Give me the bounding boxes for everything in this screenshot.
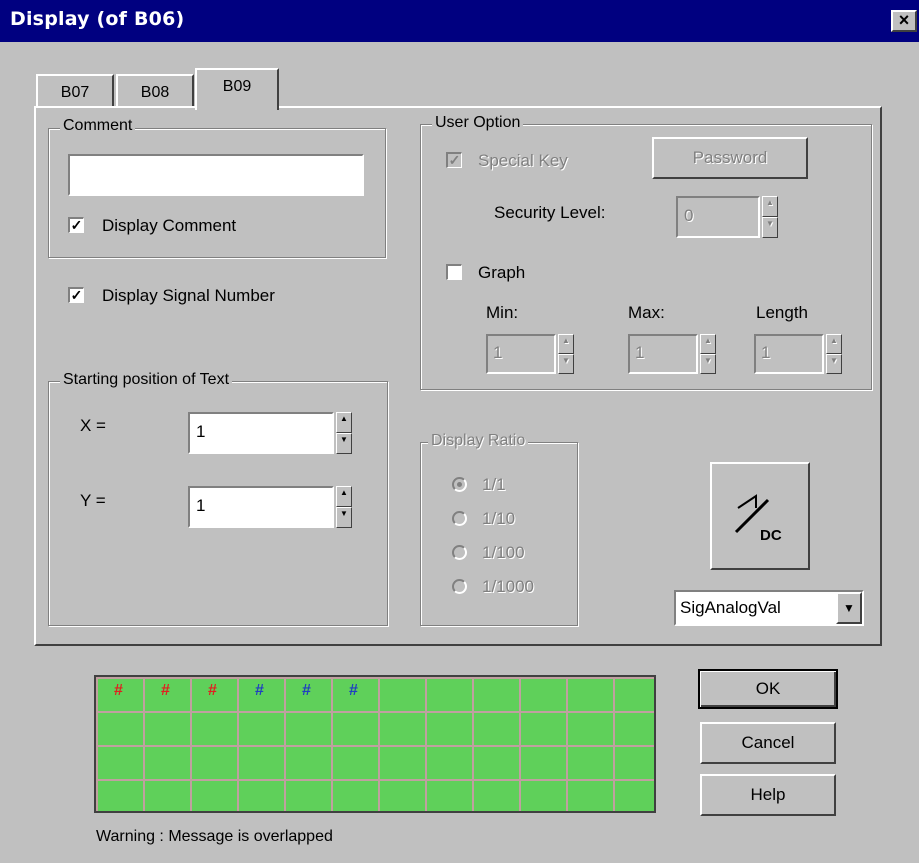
ratio-1-1000-radio[interactable] [452,579,467,594]
title-bar: Display (of B06) × [0,0,919,42]
graph-label: Graph [478,263,526,282]
max-label: Max: [628,303,665,322]
starting-position-legend: Starting position of Text [60,371,233,389]
length-spinner[interactable]: ▲ ▼ [826,334,842,374]
user-option-legend: User Option [432,114,524,132]
spin-up-icon[interactable]: ▲ [336,486,352,507]
tab-b08[interactable]: B08 [116,74,194,108]
tab-label: B07 [60,84,90,101]
x-input[interactable]: 1 [188,412,334,454]
spin-up-icon[interactable]: ▲ [826,334,842,354]
close-icon: × [898,10,910,30]
security-level-spinner[interactable]: ▲ ▼ [762,196,778,238]
analog-dc-icon: DC [734,494,782,544]
ratio-1-1-radio[interactable] [452,477,467,492]
preview-marker: # [208,682,217,699]
spin-down-icon[interactable]: ▼ [762,217,778,238]
ratio-1-100-radio[interactable] [452,545,467,560]
max-input[interactable]: 1 [628,334,698,374]
x-label: X = [80,416,106,435]
ratio-option-label: 1/10 [482,509,516,528]
password-button[interactable]: Password [652,137,808,179]
min-spinner[interactable]: ▲ ▼ [558,334,574,374]
preview-marker: # [161,682,170,699]
y-input[interactable]: 1 [188,486,334,528]
warning-message: Warning : Message is overlapped [96,828,333,845]
display-signal-number-checkbox[interactable]: ✓ [68,287,84,303]
preview-marker: # [255,682,264,699]
spin-up-icon[interactable]: ▲ [558,334,574,354]
x-spinner[interactable]: ▲ ▼ [336,412,352,454]
spin-down-icon[interactable]: ▼ [826,354,842,374]
preview-marker: # [114,682,123,699]
tab-b09[interactable]: B09 [195,68,279,110]
spin-up-icon[interactable]: ▲ [762,196,778,217]
spin-down-icon[interactable]: ▼ [336,433,352,454]
max-spinner[interactable]: ▲ ▼ [700,334,716,374]
spin-down-icon[interactable]: ▼ [700,354,716,374]
security-level-label: Security Level: [494,203,606,222]
display-comment-checkbox[interactable]: ✓ [68,217,84,233]
length-input[interactable]: 1 [754,334,824,374]
ratio-option-label: 1/1000 [482,577,534,596]
display-ratio-group [420,442,578,626]
signal-type-box[interactable]: DC [710,462,810,570]
spin-up-icon[interactable]: ▲ [336,412,352,433]
comment-input[interactable] [68,154,364,196]
y-spinner[interactable]: ▲ ▼ [336,486,352,528]
cancel-button[interactable]: Cancel [700,722,836,764]
display-comment-label: Display Comment [102,216,237,235]
help-button[interactable]: Help [700,774,836,816]
min-input[interactable]: 1 [486,334,556,374]
ratio-option-label: 1/1 [482,475,506,494]
length-label: Length [756,303,808,322]
close-button[interactable]: × [891,10,917,32]
tab-label: B08 [140,84,170,101]
ok-button[interactable]: OK [698,669,838,709]
graph-checkbox[interactable] [446,264,462,280]
dc-label: DC [760,527,782,544]
comment-legend: Comment [60,117,136,135]
spin-down-icon[interactable]: ▼ [336,507,352,528]
ratio-option-label: 1/100 [482,543,525,562]
preview-grid: # # # # # # [94,675,656,813]
tab-label: B09 [222,78,252,95]
signal-type-select[interactable]: SigAnalogVal ▼ [674,590,864,626]
ratio-1-10-radio[interactable] [452,511,467,526]
spin-down-icon[interactable]: ▼ [558,354,574,374]
display-signal-number-label: Display Signal Number [102,286,275,305]
display-ratio-legend: Display Ratio [428,432,529,450]
spin-up-icon[interactable]: ▲ [700,334,716,354]
window-title: Display (of B06) [10,8,185,30]
signal-type-value: SigAnalogVal [680,598,781,617]
y-label: Y = [80,491,106,510]
security-level-input[interactable]: 0 [676,196,760,238]
tab-b07[interactable]: B07 [36,74,114,108]
min-label: Min: [486,303,519,322]
preview-marker: # [349,682,358,699]
special-key-checkbox[interactable]: ✓ [446,152,462,168]
special-key-label: Special Key [478,151,568,170]
preview-marker: # [302,682,311,699]
chevron-down-icon[interactable]: ▼ [836,592,862,624]
